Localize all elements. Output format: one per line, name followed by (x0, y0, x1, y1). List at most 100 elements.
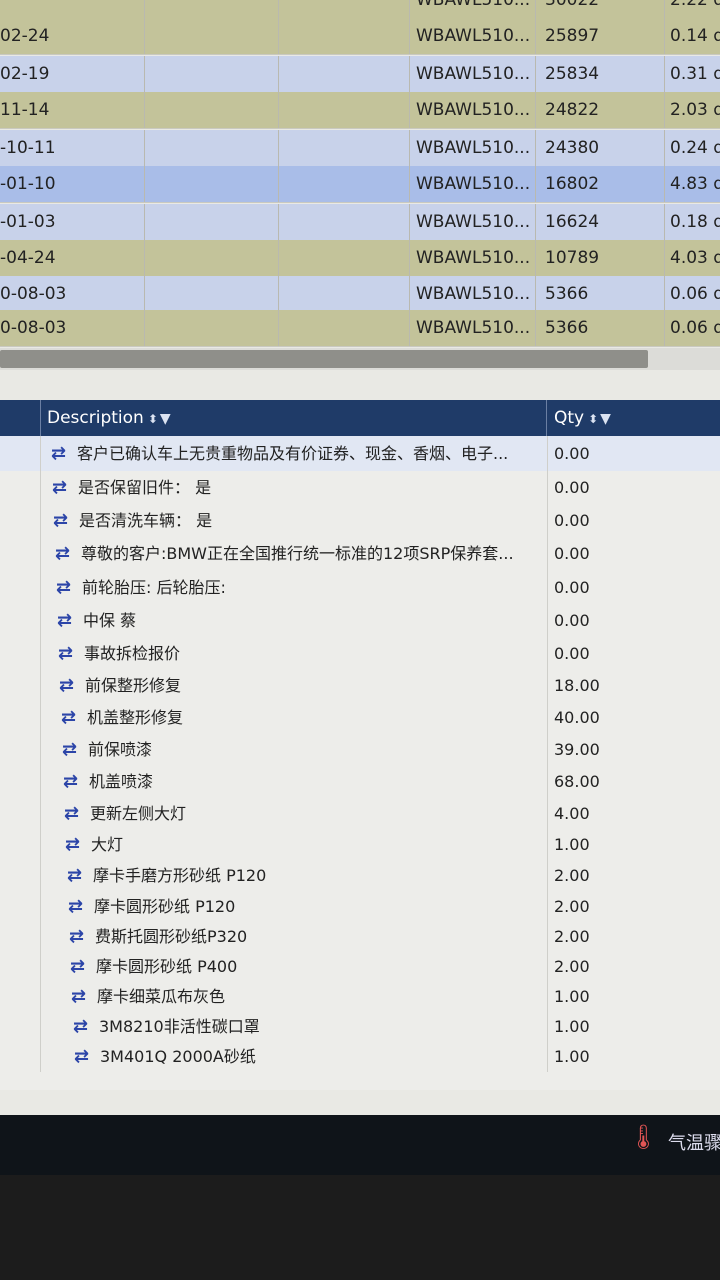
history-grid: WBAWL510... 30022 2.22 d 02-24 WBAWL510... 25… (0, 0, 720, 347)
operation-row[interactable]: ⇄ 尊敬的客户:BMW正在全国推行统一标准的12项SRP保养套... 0.00 (0, 537, 720, 571)
operation-row[interactable]: ⇄ 中保 蔡 0.00 (0, 604, 720, 637)
empty-cell (145, 130, 279, 166)
operation-row[interactable]: ⇄ 3M8210非活性碳口罩 1.00 (0, 1012, 720, 1042)
mileage-cell: 25897 (537, 18, 665, 54)
history-row[interactable]: WBAWL510... 30022 2.22 d (0, 0, 720, 19)
weather-text[interactable]: 气温骤 (668, 1129, 720, 1155)
history-row[interactable]: 0-08-03 WBAWL510...53660.06 da (0, 310, 720, 347)
empty-cell (145, 56, 279, 92)
description-cell: ⇄ 事故拆检报价 (41, 637, 548, 670)
swap-arrows-icon[interactable]: ⇄ (69, 922, 95, 952)
operation-row[interactable]: ⇄ 机盖整形修复 40.00 (0, 702, 720, 734)
operation-row[interactable]: ⇄ 前轮胎压: 后轮胎压: 0.00 (0, 571, 720, 604)
description-cell: ⇄ 摩卡手磨方形砂纸 P120 (41, 860, 548, 891)
swap-arrows-icon[interactable]: ⇄ (73, 1012, 99, 1042)
operation-row[interactable]: ⇄ 3M401Q 2000A砂纸 1.00 (0, 1042, 720, 1072)
row-spacer (0, 922, 41, 952)
operation-row[interactable]: ⇄ 是否保留旧件： 是 0.00 (0, 471, 720, 504)
swap-arrows-icon[interactable]: ⇄ (65, 829, 91, 860)
duration-cell: 0.18 da (670, 212, 720, 232)
thermometer-icon[interactable]: 🌡 (628, 1123, 658, 1151)
history-row[interactable]: 02-19 WBAWL510... 25834 0.31 d (0, 56, 720, 93)
description-cell: ⇄ 更新左侧大灯 (41, 798, 548, 829)
operation-row[interactable]: ⇄ 摩卡圆形砂纸 P400 2.00 (0, 952, 720, 982)
swap-arrows-icon[interactable]: ⇄ (62, 734, 88, 766)
operation-row[interactable]: ⇄ 是否清洗车辆： 是 0.00 (0, 504, 720, 537)
row-spacer (0, 1012, 41, 1042)
swap-arrows-icon[interactable]: ⇄ (59, 670, 85, 702)
description-text: 机盖整形修复 (87, 708, 184, 727)
operation-row[interactable]: ⇄ 摩卡圆形砂纸 P120 2.00 (0, 891, 720, 922)
description-cell: ⇄ 机盖整形修复 (41, 702, 548, 734)
empty-cell (145, 166, 279, 202)
swap-arrows-icon[interactable]: ⇄ (56, 571, 82, 604)
horizontal-scrollbar[interactable] (0, 348, 720, 370)
row-spacer (0, 829, 41, 860)
empty-cell (279, 310, 410, 346)
swap-arrows-icon[interactable]: ⇄ (51, 436, 77, 471)
operation-row[interactable]: ⇄ 大灯 1.00 (0, 829, 720, 860)
description-text: 客户已确认车上无贵重物品及有价证券、现金、香烟、电子... (77, 444, 509, 463)
operation-row[interactable]: ⇄ 前保整形修复 18.00 (0, 670, 720, 702)
column-header-description[interactable]: Description ⬍ ▼ (41, 400, 547, 436)
operation-row[interactable]: ⇄ 摩卡细菜瓜布灰色 1.00 (0, 982, 720, 1012)
swap-arrows-icon[interactable]: ⇄ (58, 637, 84, 670)
operation-row[interactable]: ⇄ 机盖喷漆 68.00 (0, 766, 720, 798)
swap-arrows-icon[interactable]: ⇄ (63, 766, 89, 798)
mileage-cell: 30022 (537, 0, 665, 18)
history-row[interactable]: -01-03 WBAWL510...166240.18 da (0, 204, 720, 241)
swap-arrows-icon[interactable]: ⇄ (74, 1042, 100, 1072)
description-text: 3M8210非活性碳口罩 (99, 1017, 260, 1036)
scrollbar-thumb[interactable] (0, 350, 648, 368)
swap-arrows-icon[interactable]: ⇄ (68, 891, 94, 922)
swap-arrows-icon[interactable]: ⇄ (71, 982, 97, 1012)
operation-row[interactable]: ⇄ 更新左侧大灯 4.00 (0, 798, 720, 829)
date-cell: 0-08-03 (0, 310, 145, 346)
taskbar: 🌡 气温骤 (0, 1115, 720, 1175)
date-cell: -01-10 (0, 166, 145, 202)
empty-cell (145, 0, 279, 18)
history-row[interactable]: -04-24 WBAWL510...107894.03 da (0, 240, 720, 277)
operation-row[interactable]: ⇄ 费斯托圆形砂纸P320 2.00 (0, 922, 720, 952)
description-cell: ⇄ 摩卡圆形砂纸 P120 (41, 891, 548, 922)
row-spacer (0, 702, 41, 734)
swap-arrows-icon[interactable]: ⇄ (61, 702, 87, 734)
operation-row[interactable]: ⇄ 事故拆检报价 0.00 (0, 637, 720, 670)
qty-cell: 18.00 (554, 676, 600, 695)
swap-arrows-icon[interactable]: ⇄ (53, 504, 79, 537)
operation-row[interactable]: ⇄ 摩卡手磨方形砂纸 P120 2.00 (0, 860, 720, 891)
history-row[interactable]: -01-10 WBAWL510... 16802 4.83 d (0, 166, 720, 203)
mileage-cell: 24380 (537, 130, 665, 166)
history-row[interactable]: -10-11 WBAWL510... 24380 0.24 d (0, 130, 720, 167)
date-cell: 02-19 (0, 56, 145, 92)
history-row[interactable]: 11-14 WBAWL510... 24822 2.03 d (0, 92, 720, 129)
filter-icon[interactable]: ▼ (160, 411, 171, 427)
qty-cell: 1.00 (554, 987, 590, 1006)
mileage-cell: 16802 (537, 166, 665, 202)
swap-arrows-icon[interactable]: ⇄ (57, 604, 83, 637)
sort-icon[interactable]: ⬍ (148, 412, 158, 426)
description-text: 3M401Q 2000A砂纸 (100, 1047, 256, 1066)
screen: WBAWL510... 30022 2.22 d 02-24 WBAWL510... 25… (0, 0, 720, 1175)
row-spacer (0, 436, 41, 471)
swap-arrows-icon[interactable]: ⇄ (52, 471, 78, 504)
row-spacer (0, 734, 41, 766)
operation-row[interactable]: ⇄ 客户已确认车上无贵重物品及有价证券、现金、香烟、电子... 0.00 (0, 436, 720, 471)
description-cell: ⇄ 客户已确认车上无贵重物品及有价证券、现金、香烟、电子... (41, 436, 548, 471)
column-header-qty[interactable]: Qty ⬍ ▼ (548, 400, 720, 436)
swap-arrows-icon[interactable]: ⇄ (67, 860, 93, 891)
description-cell: ⇄ 大灯 (41, 829, 548, 860)
history-row[interactable]: 02-24 WBAWL510... 25897 0.14 d (0, 18, 720, 55)
sort-icon[interactable]: ⬍ (588, 412, 598, 426)
qty-cell: 2.00 (554, 927, 590, 946)
description-text: 尊敬的客户:BMW正在全国推行统一标准的12项SRP保养套... (81, 544, 514, 563)
history-row[interactable]: 0-08-03 WBAWL510...53660.06 da (0, 276, 720, 313)
empty-cell (145, 92, 279, 128)
row-spacer (0, 637, 41, 670)
swap-arrows-icon[interactable]: ⇄ (55, 537, 81, 571)
row-spacer (0, 766, 41, 798)
swap-arrows-icon[interactable]: ⇄ (70, 952, 96, 982)
filter-icon[interactable]: ▼ (600, 411, 611, 427)
operation-row[interactable]: ⇄ 前保喷漆 39.00 (0, 734, 720, 766)
swap-arrows-icon[interactable]: ⇄ (64, 798, 90, 829)
